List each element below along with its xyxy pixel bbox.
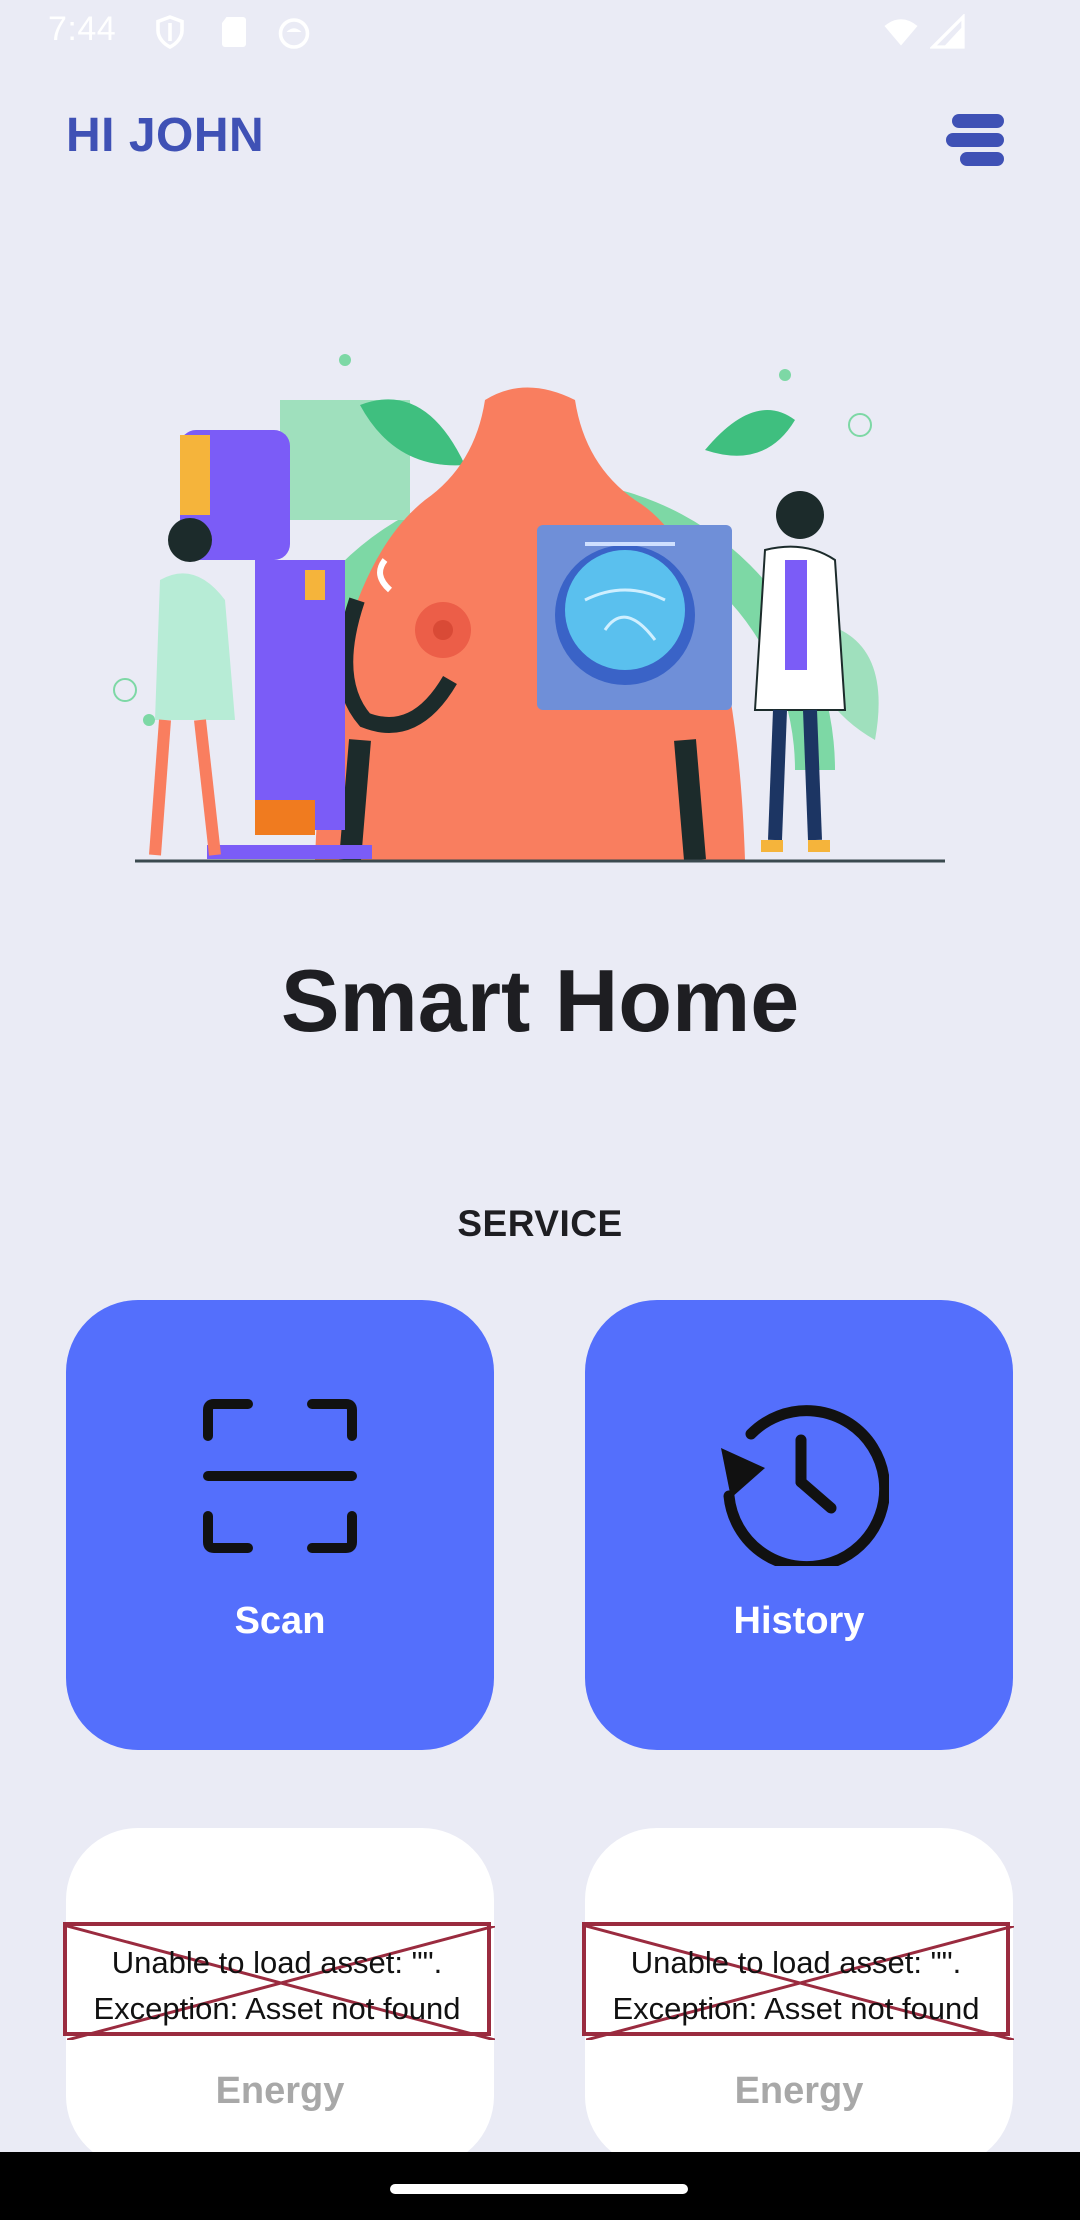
history-icon [721,1405,889,1566]
energy-card[interactable]: Unable to load asset: "". Exception: Ass… [582,1828,1014,2168]
wifi-icon [884,19,918,46]
asset-error-line2: Exception: Asset not found [93,1991,461,2026]
energy-card[interactable]: Unable to load asset: "". Exception: Ass… [63,1828,495,2168]
section-title-service: SERVICE [457,1203,623,1244]
asset-error-line1: Unable to load asset: "". [111,1945,443,1980]
asset-error-box: Unable to load asset: "". Exception: Ass… [63,1922,495,2040]
app-notification-icon [278,18,310,49]
cellular-signal-icon [930,14,965,49]
asset-error-box: Unable to load asset: "". Exception: Ass… [582,1922,1014,2040]
history-card[interactable]: History [585,1300,1013,1750]
greeting-title: HI JOHN [66,109,265,162]
status-time: 7:44 [48,10,117,48]
asset-error-message: Unable to load asset: "". Exception: Ass… [67,1940,487,2032]
status-bar: 7:44 [0,0,1080,64]
asset-error-line2: Exception: Asset not found [612,1991,980,2026]
scan-card[interactable]: Scan [66,1300,494,1750]
scan-label: Scan [234,1600,326,1642]
asset-error-message: Unable to load asset: "". Exception: Ass… [586,1940,1006,2032]
sd-card-icon [222,17,246,47]
energy-label: Energy [734,2070,864,2112]
history-label: History [733,1600,865,1642]
page-title: Smart Home [280,951,800,1050]
energy-label: Energy [215,2070,345,2112]
asset-error-line1: Unable to load asset: "". [630,1945,962,1980]
system-navigation-bar [0,2152,1080,2220]
mammography-illustration [113,306,945,863]
menu-icon[interactable] [944,108,1008,172]
shield-icon [156,15,184,50]
scan-icon [203,1399,357,1553]
home-gesture-handle[interactable] [390,2184,688,2194]
